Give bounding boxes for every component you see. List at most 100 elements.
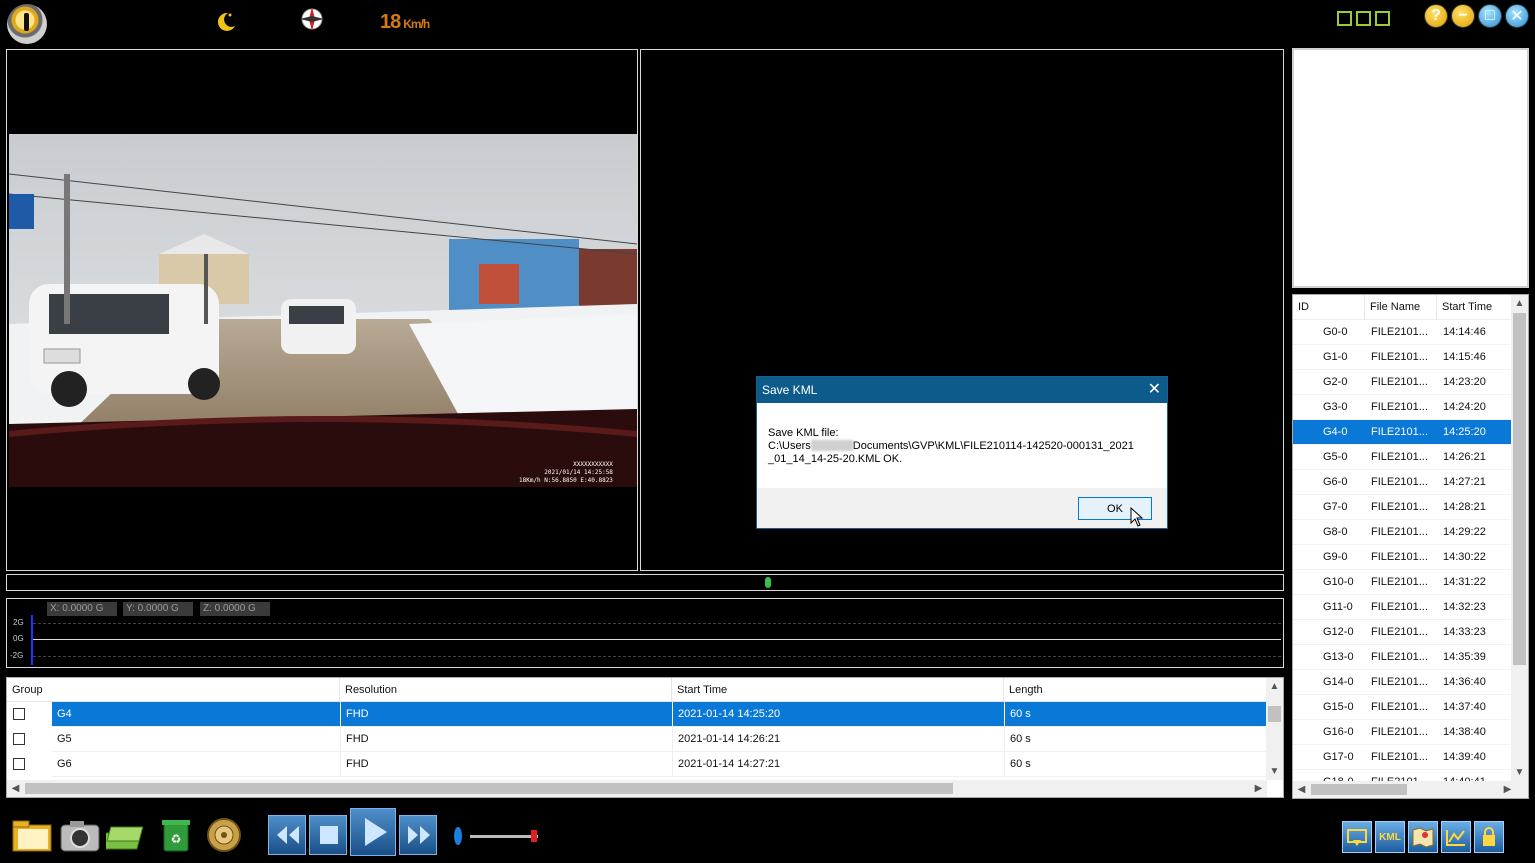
file-list-row[interactable]: G15-0 FILE2101... 14:37:40 — [1293, 695, 1513, 720]
dialog-close-icon[interactable]: ✕ — [1148, 377, 1161, 403]
speed-unit: Km/h — [403, 17, 430, 31]
col-header-id[interactable]: ID — [1293, 295, 1365, 320]
file-list-header: ID File Name Start Time — [1293, 295, 1513, 320]
table-row[interactable]: G4 FHD 2021-01-14 14:25:20 60 s — [7, 702, 1267, 727]
rewind-button[interactable] — [268, 815, 306, 855]
scroll-up-icon[interactable]: ▲ — [1266, 678, 1283, 695]
camera-icon — [60, 821, 100, 852]
col-header-resolution[interactable]: Resolution — [340, 678, 672, 702]
layout-split-icon[interactable] — [1356, 11, 1371, 26]
cell-file-start-time: 14:27:21 — [1437, 470, 1513, 495]
scroll-right-icon[interactable]: ▶ — [1250, 780, 1267, 797]
file-list-row[interactable]: G12-0 FILE2101... 14:33:23 — [1293, 620, 1513, 645]
settings-button[interactable] — [202, 815, 246, 855]
repeat-button[interactable] — [1342, 821, 1372, 853]
map-button[interactable] — [1408, 821, 1438, 853]
table-row[interactable]: G5 FHD 2021-01-14 14:26:21 60 s — [7, 727, 1267, 752]
hscroll-thumb[interactable] — [1311, 784, 1407, 795]
vscroll-thumb[interactable] — [1513, 313, 1526, 665]
hscroll-thumb[interactable] — [25, 783, 953, 794]
map-panel[interactable] — [1292, 48, 1529, 288]
group-table-vscroll[interactable]: ▲ ▼ — [1266, 678, 1283, 780]
fast-forward-button[interactable] — [399, 815, 437, 855]
night-mode-icon[interactable] — [214, 10, 238, 34]
col-header-length[interactable]: Length — [1004, 678, 1267, 702]
scroll-up-icon[interactable]: ▲ — [1511, 295, 1528, 312]
layout-single-icon[interactable] — [1337, 11, 1352, 26]
cell-id: G0-0 — [1293, 320, 1365, 345]
cell-file-name: FILE2101... — [1365, 520, 1437, 545]
scroll-left-icon[interactable]: ◀ — [7, 780, 24, 797]
file-list-row[interactable]: G0-0 FILE2101... 14:14:46 — [1293, 320, 1513, 345]
delete-button[interactable]: ♻ — [154, 815, 198, 855]
scroll-left-icon[interactable]: ◀ — [1293, 781, 1310, 798]
dialog-message-line1: Save KML file: — [768, 427, 839, 439]
file-manager-button[interactable] — [100, 815, 150, 855]
row-checkbox[interactable] — [13, 708, 25, 720]
row-checkbox[interactable] — [13, 733, 25, 745]
speed-readout: 18 Km/h — [380, 11, 430, 34]
file-list-row[interactable]: G1-0 FILE2101... 14:15:46 — [1293, 345, 1513, 370]
scroll-down-icon[interactable]: ▼ — [1266, 763, 1283, 780]
table-row[interactable]: G6 FHD 2021-01-14 14:27:21 60 s — [7, 752, 1267, 777]
layout-full-icon[interactable] — [1375, 11, 1390, 26]
file-list-row[interactable]: G7-0 FILE2101... 14:28:21 — [1293, 495, 1513, 520]
cell-file-name: FILE2101... — [1365, 645, 1437, 670]
front-camera-pane[interactable]: XXXXXXXXXXX 2021/01/14 14:25:58 18Km/h N… — [6, 49, 638, 571]
col-header-file-name[interactable]: File Name — [1365, 295, 1437, 320]
file-list-row[interactable]: G9-0 FILE2101... 14:30:22 — [1293, 545, 1513, 570]
progress-knob[interactable] — [765, 577, 771, 588]
file-list-row[interactable]: G17-0 FILE2101... 14:39:40 — [1293, 745, 1513, 770]
file-list-row[interactable]: G13-0 FILE2101... 14:35:39 — [1293, 645, 1513, 670]
cell-start-time: 2021-01-14 14:26:21 — [672, 727, 1004, 752]
volume-slider[interactable] — [470, 835, 538, 838]
open-folder-button[interactable] — [10, 815, 54, 855]
stop-button[interactable] — [309, 815, 347, 855]
col-header-file-start-time[interactable]: Start Time — [1437, 295, 1513, 320]
dialog-footer: OK — [757, 488, 1167, 528]
volume-knob[interactable] — [531, 830, 537, 842]
playback-progress-bar[interactable] — [6, 574, 1284, 591]
cell-id: G15-0 — [1293, 695, 1365, 720]
vscroll-thumb[interactable] — [1268, 706, 1281, 722]
file-list-row[interactable]: G4-0 FILE2101... 14:25:20 — [1293, 420, 1513, 445]
file-list-row[interactable]: G5-0 FILE2101... 14:26:21 — [1293, 445, 1513, 470]
kml-export-button[interactable]: KML — [1375, 821, 1405, 853]
file-list-hscroll[interactable]: ◀ ▶ — [1293, 781, 1528, 798]
bottom-toolbar: ♻ KML — [0, 805, 1535, 863]
gsensor-label-mid: 0G — [13, 634, 24, 643]
app-logo[interactable] — [7, 4, 47, 44]
lock-button[interactable] — [1474, 821, 1504, 853]
cell-file-name: FILE2101... — [1365, 420, 1437, 445]
file-list-row[interactable]: G10-0 FILE2101... 14:31:22 — [1293, 570, 1513, 595]
file-list-row[interactable]: G14-0 FILE2101... 14:36:40 — [1293, 670, 1513, 695]
file-list-vscroll[interactable]: ▲ ▼ — [1511, 295, 1528, 781]
volume-icon[interactable] — [452, 825, 464, 847]
cell-file-name: FILE2101... — [1365, 620, 1437, 645]
cell-resolution: FHD — [340, 702, 672, 727]
cell-file-start-time: 14:30:22 — [1437, 545, 1513, 570]
scroll-right-icon[interactable]: ▶ — [1499, 781, 1516, 798]
snapshot-button[interactable] — [58, 815, 102, 855]
maximize-button[interactable]: □ — [1478, 4, 1502, 28]
dialog-path-suffix: Documents\GVP\KML\FILE210114-142520-0001… — [852, 440, 1134, 452]
cell-file-name: FILE2101... — [1365, 570, 1437, 595]
file-list-row[interactable]: G2-0 FILE2101... 14:23:20 — [1293, 370, 1513, 395]
col-header-start-time[interactable]: Start Time — [672, 678, 1004, 702]
cell-id: G1-0 — [1293, 345, 1365, 370]
file-list-row[interactable]: G6-0 FILE2101... 14:27:21 — [1293, 470, 1513, 495]
group-table-hscroll[interactable]: ◀ ▶ — [7, 780, 1267, 797]
col-header-group[interactable]: Group — [7, 678, 340, 702]
file-list-row[interactable]: G16-0 FILE2101... 14:38:40 — [1293, 720, 1513, 745]
help-button[interactable]: ? — [1424, 4, 1448, 28]
file-list-row[interactable]: G11-0 FILE2101... 14:32:23 — [1293, 595, 1513, 620]
chart-button[interactable] — [1441, 821, 1471, 853]
svg-text:♻: ♻ — [171, 832, 182, 846]
file-list-row[interactable]: G3-0 FILE2101... 14:24:20 — [1293, 395, 1513, 420]
file-list-row[interactable]: G8-0 FILE2101... 14:29:22 — [1293, 520, 1513, 545]
close-button[interactable]: ✕ — [1505, 4, 1529, 28]
play-button[interactable] — [350, 808, 396, 856]
minimize-button[interactable]: − — [1451, 4, 1475, 28]
row-checkbox[interactable] — [13, 758, 25, 770]
scroll-down-icon[interactable]: ▼ — [1511, 764, 1528, 781]
